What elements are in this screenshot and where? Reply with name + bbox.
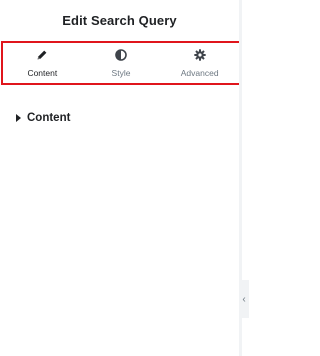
half-circle-icon — [115, 48, 127, 62]
tab-content[interactable]: Content — [3, 43, 82, 83]
panel-tabs: Content Style Advanced — [3, 43, 239, 83]
section-content-header[interactable]: Content — [16, 110, 70, 126]
chevron-left-icon: ‹ — [242, 293, 246, 305]
tab-advanced-label: Advanced — [180, 68, 219, 78]
tab-style-label: Style — [111, 68, 131, 78]
editor-panel: Edit Search Query Content Style Advanced… — [0, 0, 241, 356]
tab-style[interactable]: Style — [82, 43, 161, 83]
tab-advanced[interactable]: Advanced — [160, 43, 239, 83]
caret-right-icon — [16, 114, 21, 122]
panel-header: Edit Search Query — [0, 0, 239, 40]
gear-icon — [193, 48, 206, 62]
pencil-icon — [36, 48, 48, 62]
preview-edge-lower — [242, 318, 249, 356]
preview-edge-upper — [242, 0, 249, 280]
tab-content-label: Content — [27, 68, 58, 78]
panel-collapse-toggle[interactable]: ‹ — [239, 286, 249, 312]
section-title: Content — [27, 112, 71, 124]
panel-title: Edit Search Query — [62, 12, 177, 28]
